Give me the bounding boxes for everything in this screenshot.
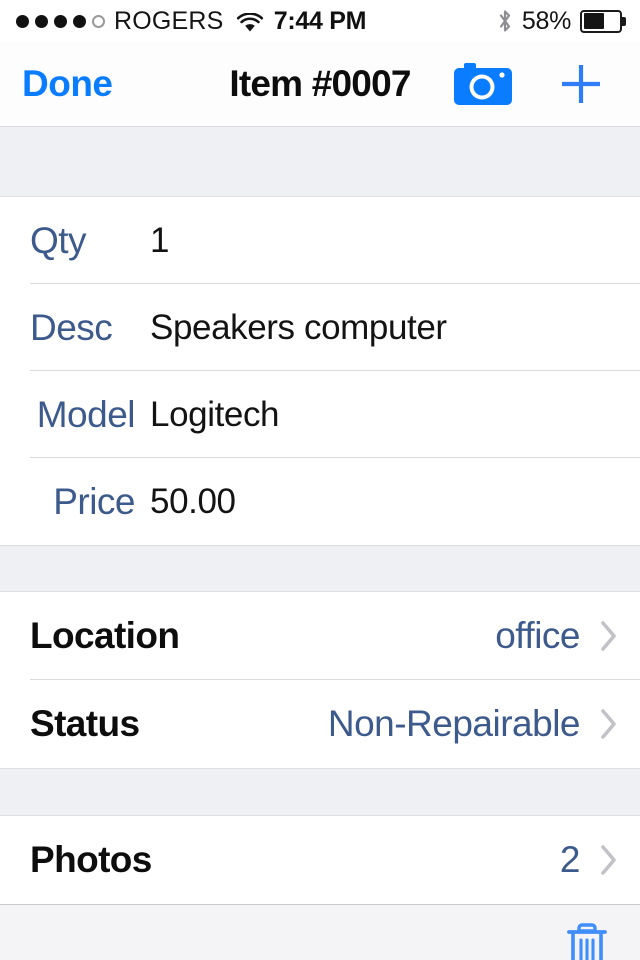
row-status-label: Status — [30, 703, 140, 744]
row-price[interactable]: Price 50.00 — [0, 458, 640, 545]
row-qty-value[interactable]: 1 — [150, 221, 169, 261]
row-desc[interactable]: Desc Speakers computer — [0, 284, 640, 371]
row-status-trailing: Non-Repairable — [328, 703, 618, 745]
row-status[interactable]: Status Non-Repairable — [0, 680, 640, 768]
row-price-value[interactable]: 50.00 — [150, 482, 236, 522]
section-gap-top — [0, 127, 640, 197]
item-attributes-section: Location office Status Non-Repairable — [0, 592, 640, 768]
row-photos[interactable]: Photos 2 — [0, 816, 640, 904]
app-screen: ROGERS 7:44 PM 58% Done Item #0007 Qty 1… — [0, 0, 640, 960]
chevron-right-icon — [600, 620, 618, 652]
row-qty[interactable]: Qty 1 — [0, 197, 640, 284]
row-status-value: Non-Repairable — [327, 703, 581, 744]
trash-icon[interactable] — [562, 919, 612, 960]
row-location-trailing: office — [495, 615, 618, 657]
row-photos-label: Photos — [30, 839, 152, 880]
chevron-right-icon — [600, 708, 618, 740]
row-model-value[interactable]: Logitech — [150, 395, 280, 435]
battery-icon — [580, 9, 626, 33]
status-bar: ROGERS 7:44 PM 58% — [0, 0, 640, 42]
row-qty-label: Qty — [30, 219, 87, 261]
row-desc-label: Desc — [30, 306, 113, 348]
chevron-right-icon — [600, 844, 618, 876]
row-photos-trailing: 2 — [560, 839, 618, 881]
plus-icon[interactable] — [558, 61, 604, 107]
row-location-value: office — [495, 615, 580, 656]
status-bar-clock: 7:44 PM — [273, 6, 367, 35]
footer-toolbar — [0, 904, 640, 960]
section-gap-photos — [0, 768, 640, 816]
row-desc-value[interactable]: Speakers computer — [150, 308, 447, 348]
row-location[interactable]: Location office — [0, 592, 640, 680]
navigation-bar-actions — [454, 61, 640, 107]
row-price-label: Price — [53, 480, 135, 522]
row-model-label: Model — [36, 393, 136, 435]
row-photos-count: 2 — [559, 839, 581, 880]
photos-section: Photos 2 — [0, 816, 640, 904]
navigation-bar: Done Item #0007 — [0, 42, 640, 127]
row-model[interactable]: Model Logitech — [0, 371, 640, 458]
item-details-section: Qty 1 Desc Speakers computer Model Logit… — [0, 197, 640, 545]
camera-icon[interactable] — [454, 61, 512, 107]
row-location-label: Location — [30, 615, 180, 656]
done-button[interactable]: Done — [0, 63, 113, 105]
section-gap-middle — [0, 545, 640, 592]
